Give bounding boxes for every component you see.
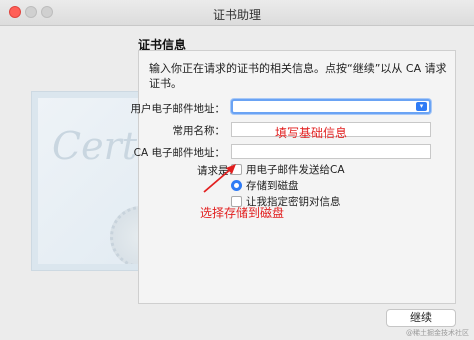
- form-panel: 输入你正在请求的证书的相关信息。点按“继续”以从 CA 请求证书。 用户电子邮件…: [131, 50, 456, 304]
- certificate-assistant-window: 证书助理 Certif 证书信息 输入你正在请求的证书的相关信息。点按“继续”以…: [0, 0, 474, 340]
- choose-disk-annotation: 选择存储到磁盘: [200, 206, 285, 220]
- intro-text: 输入你正在请求的证书的相关信息。点按“继续”以从 CA 请求证书。: [149, 62, 447, 90]
- common-name-label: 常用名称：: [172, 125, 226, 137]
- title-bar: 证书助理: [0, 0, 474, 26]
- chevron-down-icon[interactable]: ▾: [416, 102, 427, 111]
- arrow-annotation-icon: [203, 164, 236, 193]
- continue-button[interactable]: 继续: [386, 309, 456, 327]
- user-email-field[interactable]: ▾: [231, 99, 431, 114]
- watermark-text: @稀土掘金技术社区: [406, 329, 469, 337]
- email-to-ca-option[interactable]: 用电子邮件发送给CA: [231, 162, 345, 177]
- window-title: 证书助理: [212, 8, 261, 22]
- user-email-label: 用户电子邮件地址：: [130, 103, 226, 115]
- email-to-ca-label: 用电子邮件发送给CA: [246, 164, 345, 176]
- ca-email-field[interactable]: [231, 144, 431, 159]
- fill-info-annotation: 填写基础信息: [275, 126, 348, 140]
- save-to-disk-label: 存储到磁盘: [246, 180, 299, 192]
- ca-email-label: CA 电子邮件地址：: [133, 147, 225, 159]
- save-to-disk-option[interactable]: 存储到磁盘: [231, 178, 299, 193]
